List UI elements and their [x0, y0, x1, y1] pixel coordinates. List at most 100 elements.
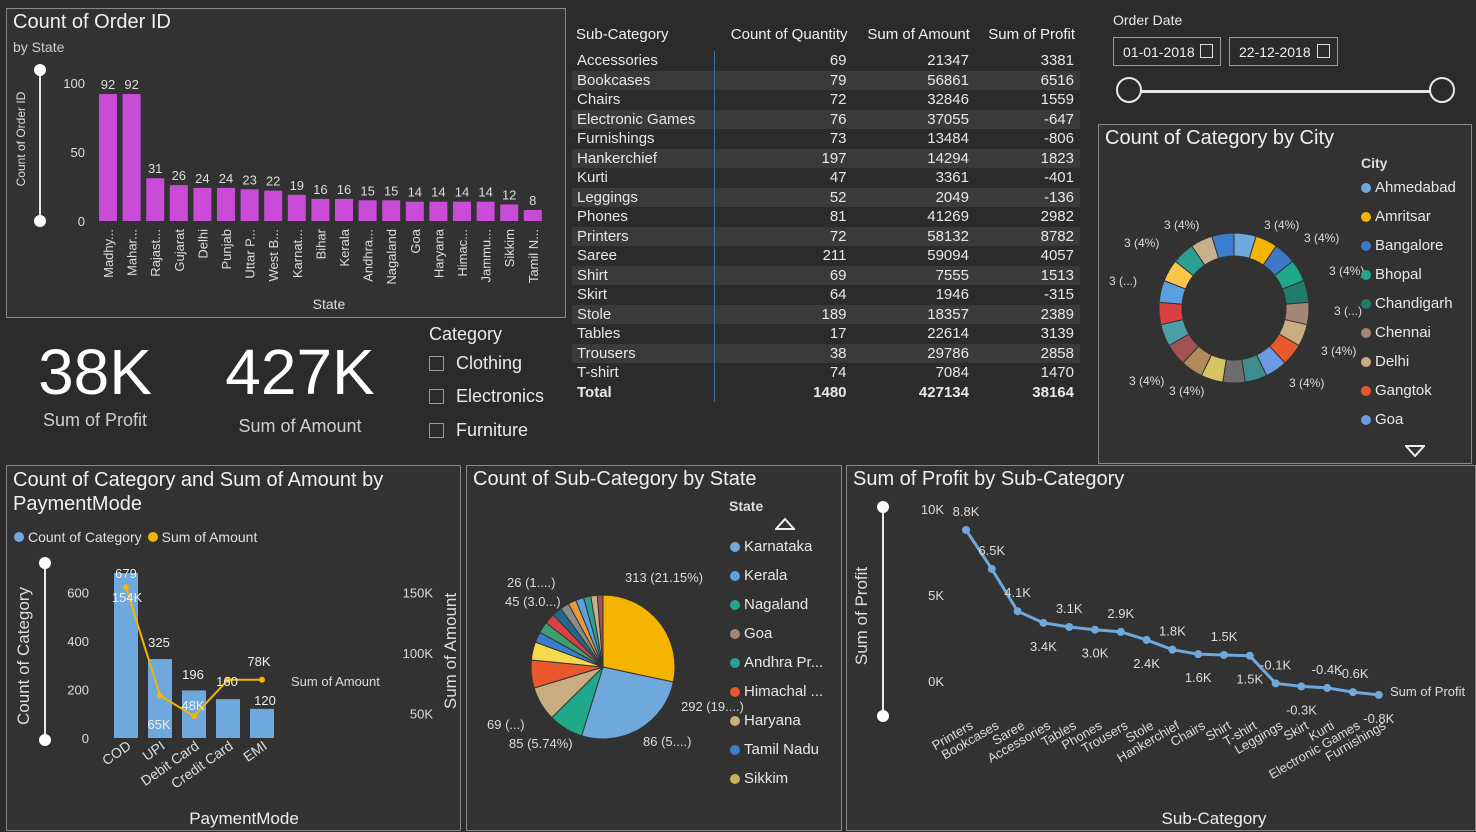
- amount-point: [191, 713, 197, 720]
- end-date-input[interactable]: 22-12-2018: [1229, 37, 1338, 66]
- amount-data-label: 78K: [247, 654, 270, 669]
- table-cell: 3361: [935, 169, 969, 187]
- bar: [453, 201, 471, 221]
- data-label: 14: [478, 185, 492, 200]
- checkbox[interactable]: [429, 389, 444, 404]
- legend-scroll-down-icon[interactable]: [1405, 445, 1425, 457]
- table-row[interactable]: Stole 189 18357 2389: [572, 304, 1080, 324]
- legend-dot: [1361, 298, 1371, 309]
- table-row[interactable]: Saree 211 59094 4057: [572, 246, 1080, 266]
- table-column-header[interactable]: Count of Quantity: [715, 22, 853, 51]
- calendar-icon[interactable]: [1317, 44, 1330, 58]
- category-option-clothing[interactable]: Clothing: [429, 353, 522, 374]
- table-row[interactable]: Printers 72 58132 8782: [572, 226, 1080, 246]
- table-row[interactable]: Accessories 69 21347 3381: [572, 51, 1080, 71]
- legend-item-city[interactable]: Amritsar: [1361, 208, 1431, 225]
- data-label: 3.0K: [1082, 646, 1109, 661]
- table-cell: 41269: [927, 208, 969, 226]
- data-label: 4.1K: [1004, 585, 1031, 600]
- table-cell: 58132: [852, 226, 975, 246]
- legend-item-state[interactable]: Nagaland: [730, 596, 808, 613]
- legend-dot: [730, 657, 740, 668]
- legend-item-city[interactable]: Bangalore: [1361, 237, 1443, 254]
- pie-data-label: 26 (1....): [507, 575, 555, 590]
- calendar-icon[interactable]: [1200, 44, 1213, 58]
- table-row[interactable]: Chairs 72 32846 1559: [572, 90, 1080, 110]
- legend-dot: [730, 599, 740, 610]
- count-data-label: 160: [216, 674, 238, 689]
- pie-data-label: 85 (5.74%): [509, 736, 573, 751]
- y-tick-label: 50: [71, 145, 85, 160]
- table-cell: Shirt: [572, 265, 716, 285]
- legend-item-city[interactable]: Gangtok: [1361, 382, 1432, 399]
- profit-kpi-value: 38K: [38, 336, 152, 408]
- checkbox[interactable]: [429, 423, 444, 438]
- legend-item-state[interactable]: Himachal ...: [730, 683, 823, 700]
- series-end-label: Sum of Profit: [1390, 684, 1466, 699]
- bar: [500, 204, 519, 221]
- profit-point: [1297, 682, 1306, 691]
- table-row[interactable]: Electronic Games 76 37055 -647: [572, 109, 1080, 129]
- date-range-track[interactable]: [1130, 90, 1443, 93]
- order-by-state-panel: Count of Order ID by State 0 50 100 Count o…: [6, 8, 566, 318]
- category-option-electronics[interactable]: Electronics: [429, 386, 544, 407]
- data-label: 8.8K: [953, 504, 980, 519]
- legend-item-state[interactable]: Haryana: [730, 712, 801, 729]
- table-cell: 3381: [1040, 52, 1074, 70]
- profit-point: [1142, 635, 1151, 644]
- table-row[interactable]: Leggings 52 2049 -136: [572, 187, 1080, 207]
- y-tick-label: 600: [67, 585, 89, 600]
- donut-data-label: 3 (4%): [1304, 231, 1339, 245]
- x-tick-label: West B...: [266, 229, 281, 282]
- legend-item-state[interactable]: Andhra Pr...: [730, 654, 823, 671]
- profit-kpi-label: Sum of Profit: [42, 410, 148, 430]
- legend-item-city[interactable]: Goa: [1361, 411, 1403, 428]
- legend-dot: [730, 686, 740, 697]
- table-column-header[interactable]: Sum of Amount: [853, 22, 975, 51]
- table-row[interactable]: Phones 81 41269 2982: [572, 207, 1080, 227]
- legend-item-city[interactable]: Chandigarh: [1361, 295, 1453, 312]
- profit-by-subcategory-panel: Sum of Profit by Sub-Category 0K 5K 10K Sum…: [846, 465, 1476, 831]
- table-cell: 69: [714, 265, 853, 285]
- table-row[interactable]: Skirt 64 1946 -315: [572, 285, 1080, 305]
- data-label: 24: [195, 171, 209, 186]
- legend-item-city[interactable]: Ahmedabad: [1361, 179, 1456, 196]
- legend-label: Ahmedabad: [1375, 179, 1456, 196]
- table-row[interactable]: Hankerchief 197 14294 1823: [572, 148, 1080, 168]
- y-tick-label: 0: [78, 214, 85, 229]
- legend-item-city[interactable]: Bhopal: [1361, 266, 1422, 283]
- table-row[interactable]: Shirt 69 7555 1513: [572, 265, 1080, 285]
- legend-item-state[interactable]: Kerala: [730, 567, 787, 584]
- data-label: 15: [384, 183, 398, 198]
- date-range-start-handle[interactable]: [1116, 77, 1142, 103]
- table-column-header[interactable]: Sum of Profit: [975, 22, 1080, 51]
- legend-item-state[interactable]: Karnataka: [730, 538, 812, 555]
- legend-item-state[interactable]: Tamil Nadu: [730, 741, 819, 758]
- pie-data-label: 313 (21.15%): [625, 570, 703, 585]
- legend-dot: [1361, 182, 1371, 193]
- y-tick-label: 0: [82, 731, 89, 746]
- donut-data-label: 3 (4%): [1289, 376, 1324, 390]
- start-date-input[interactable]: 01-01-2018: [1113, 37, 1221, 66]
- checkbox[interactable]: [429, 356, 444, 371]
- legend-item-city[interactable]: Delhi: [1361, 353, 1409, 370]
- category-option-furniture[interactable]: Furniture: [429, 420, 528, 441]
- legend-label: Chennai: [1375, 324, 1431, 341]
- table-row[interactable]: Furnishings 73 13484 -806: [572, 129, 1080, 149]
- table-cell: 7084: [935, 364, 969, 382]
- payment-mode-panel: Count of Category and Sum of Amount by P…: [6, 465, 461, 831]
- table-row[interactable]: Trousers 38 29786 2858: [572, 343, 1080, 363]
- date-range-end-handle[interactable]: [1429, 77, 1455, 103]
- table-row[interactable]: Tables 17 22614 3139: [572, 324, 1080, 344]
- table-cell: 1946: [935, 286, 969, 304]
- bar: [99, 94, 117, 221]
- legend-label: Andhra Pr...: [744, 654, 824, 671]
- profit-by-subcategory-chart: 0K 5K 10K Sum of Profit 8.8K 6.5K 4.1K 3.4K 3.1K…: [852, 502, 1466, 828]
- table-row[interactable]: Bookcases 79 56861 6516: [572, 70, 1080, 90]
- legend-item-city[interactable]: Chennai: [1361, 324, 1431, 341]
- table-column-header[interactable]: Sub-Category: [572, 22, 715, 51]
- table-row[interactable]: T-shirt 74 7084 1470: [572, 363, 1080, 383]
- legend-item-state[interactable]: Goa: [730, 625, 772, 642]
- legend-item-state[interactable]: Sikkim: [730, 770, 788, 787]
- table-row[interactable]: Kurti 47 3361 -401: [572, 168, 1080, 188]
